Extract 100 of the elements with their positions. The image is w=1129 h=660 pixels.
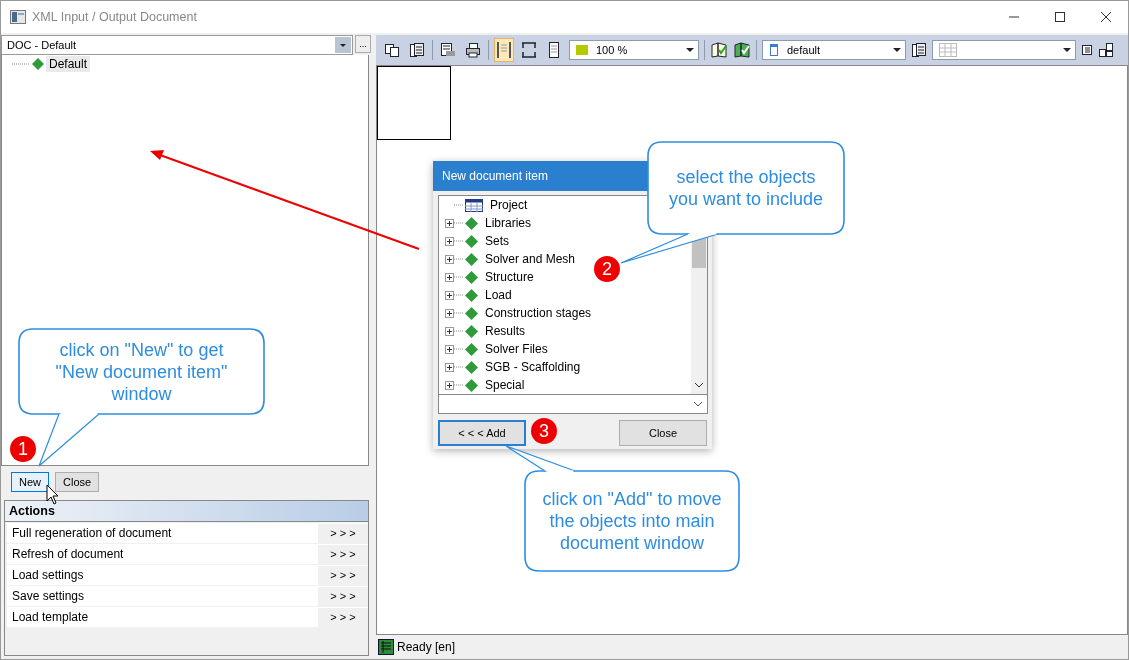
diamond-icon xyxy=(465,252,478,266)
windows-icon[interactable] xyxy=(1098,42,1114,58)
document-icon xyxy=(378,639,394,655)
tree-item[interactable]: Default xyxy=(46,56,91,72)
close-button[interactable]: Close xyxy=(619,420,707,446)
dotted-line xyxy=(454,384,464,386)
run-action-button[interactable]: > > > xyxy=(318,565,368,585)
list-item[interactable]: Solver and Mesh xyxy=(485,252,576,266)
diamond-icon xyxy=(465,216,478,230)
list-item[interactable]: Construction stages xyxy=(485,306,592,320)
pointer-cursor-icon xyxy=(46,484,60,506)
run-action-button[interactable]: > > > xyxy=(318,544,368,564)
callout-text: click on "New" to get "New document item" window xyxy=(54,341,229,402)
plus-box-icon[interactable] xyxy=(445,272,454,282)
book-check-icon[interactable] xyxy=(733,41,751,59)
table-dropdown[interactable] xyxy=(932,40,1076,60)
plus-box-icon[interactable] xyxy=(445,236,454,246)
action-label: Full regeneration of document xyxy=(11,526,173,540)
action-label: Refresh of document xyxy=(11,547,125,561)
printer-icon xyxy=(465,42,481,58)
plus-box-icon[interactable] xyxy=(445,362,454,372)
list-item[interactable]: Special xyxy=(485,378,525,392)
run-action-button[interactable]: > > > xyxy=(318,607,368,627)
plus-box-icon[interactable] xyxy=(445,218,454,228)
add-button[interactable]: < < < Add xyxy=(438,420,526,446)
close-icon[interactable] xyxy=(1100,11,1112,23)
page-height-icon xyxy=(521,41,537,59)
actions-header: Actions xyxy=(5,501,368,522)
book-check-icon[interactable] xyxy=(710,41,728,59)
diamond-icon xyxy=(465,288,478,302)
diamond-icon xyxy=(465,306,478,320)
style-dropdown[interactable]: default xyxy=(762,40,906,60)
zoom-dropdown[interactable]: 100 % xyxy=(569,40,699,60)
callout-text: select the objects you want to include xyxy=(667,166,825,211)
dotted-line xyxy=(454,258,464,260)
plus-box-icon[interactable] xyxy=(445,308,454,318)
page-icon xyxy=(548,41,560,59)
caret-icon xyxy=(1063,48,1071,52)
copy-icon xyxy=(384,42,400,58)
book-icon[interactable] xyxy=(911,42,927,58)
page-icon xyxy=(769,43,779,57)
document-selector[interactable]: DOC - Default xyxy=(1,35,353,55)
diamond-icon xyxy=(32,58,44,70)
list-item[interactable]: SGB - Scaffolding xyxy=(485,360,581,374)
list-item[interactable]: Sets xyxy=(485,234,509,248)
dotted-line xyxy=(454,366,464,368)
scrollbar[interactable] xyxy=(691,236,707,394)
window-title: XML Input / Output Document xyxy=(32,10,197,24)
plus-box-icon[interactable] xyxy=(445,380,454,390)
dotted-line xyxy=(454,312,464,314)
dotted-line xyxy=(454,240,464,242)
plus-box-icon[interactable] xyxy=(445,344,454,354)
swatch-icon xyxy=(576,45,588,55)
print-preview-icon xyxy=(440,42,456,58)
action-label: Load template xyxy=(11,610,90,624)
dotted-line xyxy=(12,63,30,65)
app-icon xyxy=(10,10,26,24)
page-width-button[interactable] xyxy=(494,38,514,62)
callout-text: click on "Add" to move the objects into main document window xyxy=(541,488,723,555)
maximize-icon[interactable] xyxy=(1054,11,1066,23)
list-item[interactable]: Results xyxy=(485,324,525,338)
list-item[interactable]: Libraries xyxy=(485,216,532,230)
dotted-line xyxy=(454,222,464,224)
page-width-icon xyxy=(496,41,512,59)
dotted-line xyxy=(454,294,464,296)
plus-box-icon[interactable] xyxy=(445,290,454,300)
caret-icon xyxy=(686,48,694,52)
list-item[interactable]: Structure xyxy=(485,270,534,284)
run-action-button[interactable]: > > > xyxy=(318,523,368,543)
diamond-icon xyxy=(465,360,478,374)
scroll-down-icon[interactable] xyxy=(695,383,703,388)
diamond-icon xyxy=(465,378,478,392)
book-icon xyxy=(409,42,425,58)
dotted-line xyxy=(454,276,464,278)
diamond-icon xyxy=(465,234,478,248)
dotted-line xyxy=(454,330,464,332)
action-label: Save settings xyxy=(11,589,86,603)
grid-icon[interactable] xyxy=(1081,44,1093,56)
page-thumbnail[interactable] xyxy=(377,66,451,140)
chevron-down-icon xyxy=(693,401,703,407)
dotted-line xyxy=(454,204,464,206)
diamond-icon xyxy=(465,270,478,284)
browse-button[interactable]: ... xyxy=(355,35,371,53)
plus-box-icon[interactable] xyxy=(445,326,454,336)
list-item[interactable]: Project xyxy=(490,198,528,212)
close-button[interactable]: Close xyxy=(55,472,100,492)
dotted-line xyxy=(454,348,464,350)
list-item[interactable]: Load xyxy=(485,288,512,302)
action-label: Load settings xyxy=(11,568,85,582)
caret-icon xyxy=(893,48,901,52)
diamond-icon xyxy=(465,342,478,356)
plus-box-icon[interactable] xyxy=(445,254,454,264)
diamond-icon xyxy=(465,324,478,338)
status-text: Ready [en] xyxy=(397,640,456,654)
table-icon xyxy=(465,198,483,212)
run-action-button[interactable]: > > > xyxy=(318,586,368,606)
dropdown-field[interactable] xyxy=(438,395,708,414)
new-button[interactable]: New xyxy=(11,472,49,492)
list-item[interactable]: Solver Files xyxy=(485,342,548,356)
table-icon xyxy=(939,43,957,57)
